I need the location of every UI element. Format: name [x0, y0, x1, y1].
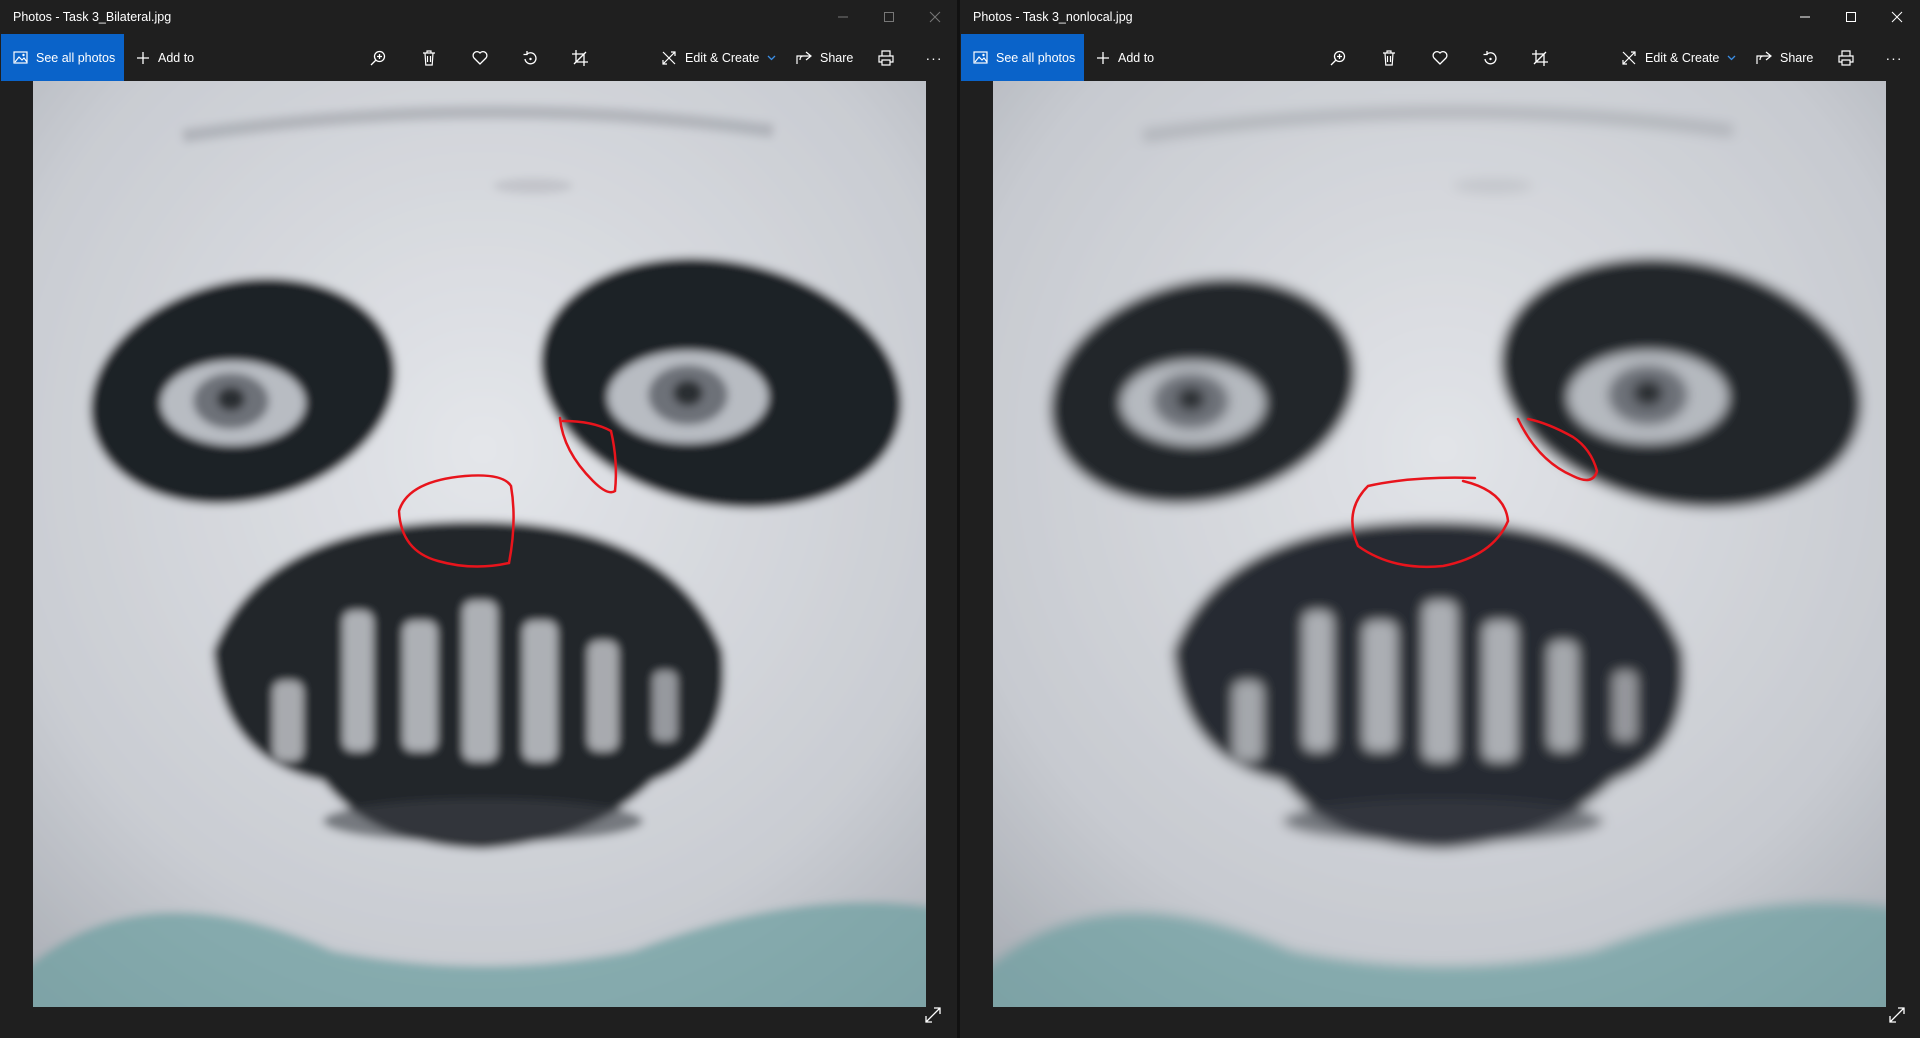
window-title: Photos - Task 3_nonlocal.jpg	[973, 10, 1133, 24]
more-options-button[interactable]: ···	[916, 34, 952, 81]
heart-icon	[472, 50, 488, 65]
edit-create-icon	[1621, 50, 1637, 66]
photos-icon	[13, 50, 28, 65]
see-all-photos-button[interactable]: See all photos	[1, 34, 124, 81]
rotate-icon	[523, 50, 537, 64]
plus-icon	[1096, 51, 1110, 65]
share-label: Share	[1780, 50, 1814, 65]
share-button[interactable]: Share	[796, 34, 853, 81]
delete-button[interactable]	[1371, 34, 1407, 81]
photos-window-bilateral: Photos - Task 3_Bilateral.jpg See all ph…	[0, 0, 957, 1038]
add-to-label: Add to	[158, 50, 195, 65]
minimize-button[interactable]	[1782, 0, 1828, 34]
close-button[interactable]	[912, 0, 957, 34]
maximize-icon	[1846, 12, 1856, 22]
zoom-in-icon	[1330, 50, 1346, 65]
favorite-button[interactable]	[1422, 34, 1458, 81]
favorite-button[interactable]	[462, 34, 498, 81]
maximize-button[interactable]	[1828, 0, 1874, 34]
crop-icon	[1532, 49, 1548, 66]
edit-create-label: Edit & Create	[685, 50, 760, 65]
window-title: Photos - Task 3_Bilateral.jpg	[13, 10, 172, 24]
maximize-button[interactable]	[866, 0, 912, 34]
rotate-button[interactable]	[1472, 34, 1508, 81]
see-all-photos-label: See all photos	[996, 50, 1076, 65]
fullscreen-button[interactable]	[1885, 1003, 1909, 1027]
title-bar[interactable]: Photos - Task 3_nonlocal.jpg	[960, 0, 1920, 34]
trash-icon	[423, 49, 435, 66]
crop-button[interactable]	[562, 34, 598, 81]
printer-icon	[878, 49, 894, 66]
chevron-down-icon	[1727, 55, 1736, 61]
photo-view[interactable]	[33, 81, 926, 1007]
expand-icon	[925, 1007, 941, 1023]
edit-create-button[interactable]: Edit & Create	[1621, 34, 1736, 81]
rotate-button[interactable]	[512, 34, 548, 81]
heart-icon	[1432, 50, 1448, 65]
maximize-icon	[884, 12, 894, 22]
zoom-in-icon	[370, 50, 386, 65]
toolbar: See all photos Add to Edit & Create Shar…	[0, 34, 957, 81]
delete-button[interactable]	[411, 34, 447, 81]
photos-icon	[973, 50, 988, 65]
more-label: ···	[925, 49, 943, 66]
zoom-button[interactable]	[360, 34, 396, 81]
edit-create-icon	[661, 50, 677, 66]
add-to-button[interactable]: Add to	[1096, 34, 1154, 81]
photos-window-nonlocal: Photos - Task 3_nonlocal.jpg See all pho…	[960, 0, 1920, 1038]
minimize-icon	[1800, 16, 1810, 18]
panda-photo-image	[993, 81, 1886, 1007]
crop-button[interactable]	[1522, 34, 1558, 81]
more-label: ···	[1885, 49, 1903, 66]
share-button[interactable]: Share	[1756, 34, 1813, 81]
minimize-button[interactable]	[820, 0, 866, 34]
see-all-photos-button[interactable]: See all photos	[961, 34, 1084, 81]
printer-icon	[1838, 49, 1854, 66]
share-label: Share	[820, 50, 854, 65]
close-button[interactable]	[1874, 0, 1920, 34]
toolbar: See all photos Add to Edit & Create Shar…	[960, 34, 1920, 81]
see-all-photos-label: See all photos	[36, 50, 116, 65]
share-icon	[796, 51, 812, 65]
fullscreen-button[interactable]	[921, 1003, 945, 1027]
edit-create-button[interactable]: Edit & Create	[661, 34, 776, 81]
photo-view[interactable]	[993, 81, 1886, 1007]
expand-icon	[1889, 1007, 1905, 1023]
edit-create-label: Edit & Create	[1645, 50, 1720, 65]
panda-photo-image	[33, 81, 926, 1007]
chevron-down-icon	[767, 55, 776, 61]
print-button[interactable]	[1828, 34, 1864, 81]
zoom-button[interactable]	[1320, 34, 1356, 81]
share-icon	[1756, 51, 1772, 65]
plus-icon	[136, 51, 150, 65]
print-button[interactable]	[868, 34, 904, 81]
close-icon	[1891, 11, 1903, 23]
add-to-button[interactable]: Add to	[136, 34, 194, 81]
close-icon	[929, 11, 941, 23]
rotate-icon	[1483, 50, 1497, 64]
add-to-label: Add to	[1118, 50, 1155, 65]
crop-icon	[572, 49, 588, 66]
minimize-icon	[838, 16, 848, 18]
trash-icon	[1383, 49, 1395, 66]
more-options-button[interactable]: ···	[1876, 34, 1912, 81]
title-bar[interactable]: Photos - Task 3_Bilateral.jpg	[0, 0, 957, 34]
